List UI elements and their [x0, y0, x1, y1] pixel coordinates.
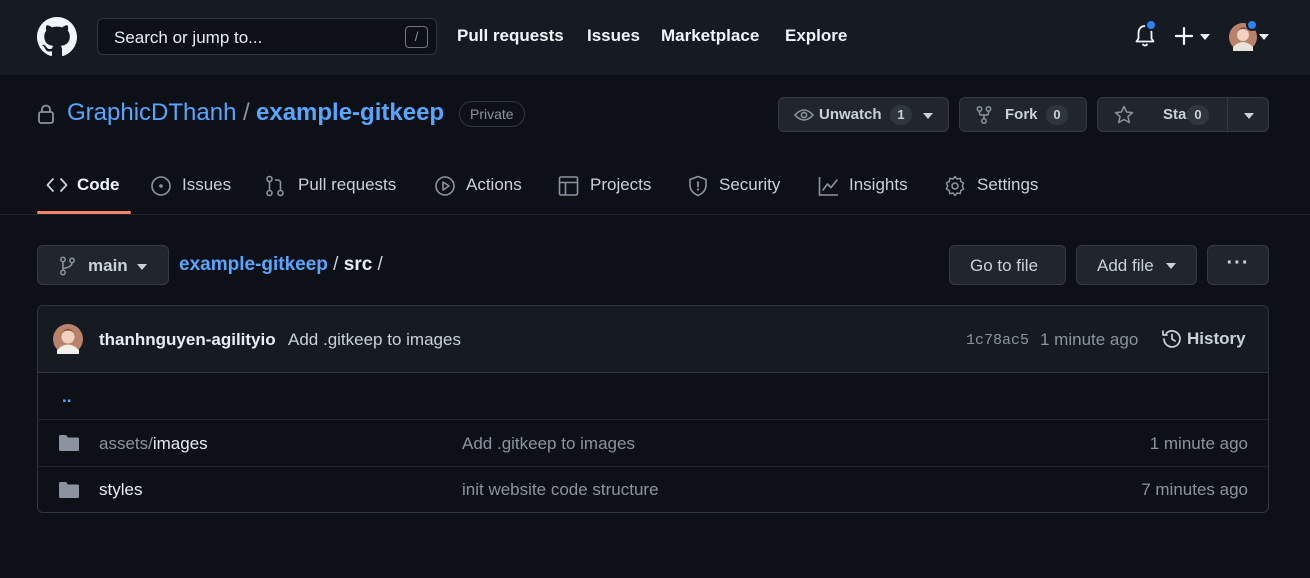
stars-count: 0 [1187, 105, 1209, 125]
caret-down-icon [137, 264, 147, 270]
lock-icon [38, 104, 54, 124]
github-logo-icon[interactable] [37, 17, 77, 57]
history-icon [1162, 330, 1181, 348]
breadcrumb: example-gitkeep / src / [179, 254, 383, 276]
git-pull-request-icon [266, 175, 284, 197]
caret-down-icon[interactable] [1244, 113, 1254, 119]
history-label: History [1187, 329, 1246, 348]
breadcrumb-separator: / [372, 254, 383, 275]
file-path-prefix: assets/ [99, 434, 153, 453]
tab-security-label: Security [719, 175, 781, 194]
issue-opened-icon [151, 176, 171, 196]
unwatch-label: Unwatch [819, 106, 882, 123]
tab-issues-label: Issues [182, 175, 232, 194]
nav-pull-requests[interactable]: Pull requests [457, 26, 564, 46]
repo-name-link[interactable]: example-gitkeep [256, 99, 444, 127]
tab-insights-label: Insights [849, 175, 908, 194]
fork-label: Fork [1005, 106, 1038, 123]
search-shortcut-key: / [405, 26, 428, 48]
status-indicator [1246, 19, 1258, 31]
star-icon [1114, 105, 1134, 124]
file-commit-age: 7 minutes ago [1141, 480, 1248, 499]
watchers-count: 1 [890, 105, 912, 125]
star-button[interactable]: Star 0 [1097, 97, 1269, 132]
notifications-button[interactable] [1133, 19, 1157, 48]
code-icon [46, 178, 68, 192]
caret-down-icon [1166, 263, 1176, 269]
visibility-badge: Private [459, 101, 525, 127]
add-file-button[interactable]: Add file [1076, 245, 1197, 285]
file-name: images [152, 434, 208, 453]
commit-author-link[interactable]: thanhnguyen-agilityio [99, 330, 276, 350]
graph-icon [818, 177, 838, 196]
breadcrumb-separator: / [327, 254, 344, 275]
file-commit-age: 1 minute ago [1149, 434, 1248, 453]
user-menu-button[interactable] [1229, 19, 1269, 53]
play-icon [435, 176, 455, 196]
file-listing: thanhnguyen-agilityio Add .gitkeep to im… [37, 305, 1269, 513]
caret-down-icon [1200, 34, 1210, 40]
folder-icon [59, 482, 79, 498]
repo-owner-link[interactable]: GraphicDThanh [67, 99, 236, 127]
file-name-link[interactable]: assets/images [99, 434, 208, 454]
tab-code-label: Code [77, 175, 120, 194]
global-header: Search or jump to... / Pull requests Iss… [0, 0, 1310, 75]
shield-icon [689, 175, 707, 197]
eye-icon [794, 109, 814, 121]
gear-icon [945, 175, 965, 197]
nav-explore[interactable]: Explore [785, 26, 847, 46]
repo-path-separator: / [243, 99, 250, 126]
kebab-horizontal-icon: ··· [1226, 252, 1250, 274]
table-icon [558, 176, 579, 196]
fork-button[interactable]: Fork 0 [959, 97, 1087, 132]
breadcrumb-repo-link[interactable]: example-gitkeep [179, 254, 328, 275]
tab-settings-label: Settings [977, 175, 1039, 194]
breadcrumb-current-dir: src [343, 254, 373, 275]
button-divider [1227, 98, 1228, 131]
branch-selector[interactable]: main [37, 245, 169, 285]
commit-sha-link[interactable]: 1c78ac5 [966, 332, 1029, 349]
folder-icon [59, 435, 79, 451]
caret-down-icon [923, 113, 933, 119]
caret-down-icon [1259, 34, 1269, 40]
unwatch-button[interactable]: Unwatch 1 [778, 97, 949, 132]
commit-time: 1 minute ago [1040, 330, 1139, 349]
git-branch-icon [60, 256, 75, 276]
file-commit-message-link[interactable]: init website code structure [462, 480, 659, 500]
tab-actions-label: Actions [466, 175, 522, 194]
search-placeholder: Search or jump to... [114, 28, 263, 47]
nav-issues[interactable]: Issues [587, 26, 640, 46]
commit-message-link[interactable]: Add .gitkeep to images [288, 330, 461, 350]
parent-directory-link[interactable]: .. [62, 387, 71, 407]
nav-marketplace[interactable]: Marketplace [661, 26, 759, 46]
commit-author-avatar[interactable] [53, 324, 83, 354]
search-input[interactable]: Search or jump to... / [97, 18, 437, 55]
go-to-file-label: Go to file [970, 256, 1039, 275]
tabs-divider [0, 214, 1310, 215]
table-row: styles init website code structure 7 min… [38, 466, 1268, 512]
add-file-label: Add file [1097, 256, 1154, 275]
branch-name: main [88, 256, 128, 275]
file-name-link[interactable]: styles [99, 480, 142, 500]
file-commit-message-link[interactable]: Add .gitkeep to images [462, 434, 635, 454]
go-to-file-button[interactable]: Go to file [949, 245, 1066, 285]
history-link[interactable]: History [1161, 327, 1256, 351]
tab-pull-requests-label: Pull requests [298, 175, 397, 194]
table-row: assets/images Add .gitkeep to images 1 m… [38, 419, 1268, 466]
repo-forked-icon [976, 106, 992, 124]
forks-count: 0 [1046, 105, 1068, 125]
tab-projects-label: Projects [590, 175, 652, 194]
more-options-button[interactable]: ··· [1207, 245, 1269, 285]
notification-indicator [1145, 19, 1157, 31]
parent-directory-row[interactable]: .. [38, 373, 1268, 419]
create-new-button[interactable] [1174, 22, 1216, 50]
latest-commit-bar: thanhnguyen-agilityio Add .gitkeep to im… [38, 306, 1268, 373]
file-name: styles [99, 480, 143, 499]
plus-icon [1175, 27, 1193, 45]
